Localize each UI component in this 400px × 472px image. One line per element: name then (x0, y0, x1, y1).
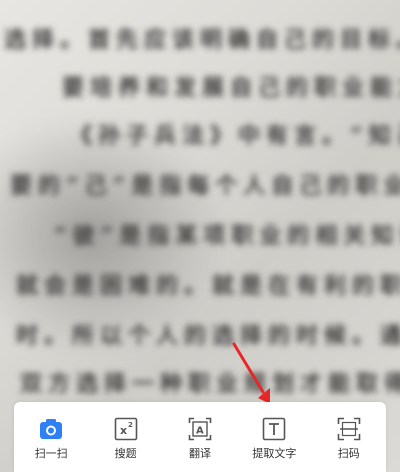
text-extract-icon (263, 417, 286, 441)
book-text-line: 就会是困难的。就是在有利的职业 (16, 273, 400, 299)
tool-translate[interactable]: A 翻译 (167, 416, 233, 461)
book-text-line: 时。所以个人的选择的时候。通过 (16, 323, 400, 349)
tool-search-question[interactable]: x 2 搜题 (93, 416, 159, 461)
tool-extract-text-label: 提取文字 (252, 447, 297, 460)
scan-mode-toolbar: 扫一扫 x 2 搜题 A 翻译 提取文字 扫码 (14, 402, 386, 472)
book-text-line: 《孙子兵法》中有言。“知己知 (70, 123, 400, 149)
tool-extract-text[interactable]: 提取文字 (241, 416, 307, 461)
tool-scan-code-label: 扫码 (337, 447, 360, 460)
tool-scan-code[interactable]: 扫码 (316, 416, 382, 461)
formula-icon: x 2 (114, 417, 137, 441)
camera-icon (40, 419, 63, 439)
book-text-line: 要培养和发展自己的职业能力 (62, 75, 400, 101)
svg-text:2: 2 (128, 421, 133, 429)
tool-translate-label: 翻译 (188, 447, 211, 460)
tool-search-question-label: 搜题 (114, 447, 137, 460)
translate-icon: A (188, 417, 212, 441)
tool-scan-label: 扫一扫 (34, 447, 68, 460)
book-text-line: 双方选择一种职业规划才能取得 (20, 371, 400, 397)
tool-scan[interactable]: 扫一扫 (18, 416, 84, 461)
annotation-arrow-icon (232, 342, 270, 404)
qr-scan-icon (337, 417, 361, 441)
book-text-line: 要的“己”是指每个人自己的职业方 (10, 173, 400, 199)
book-text-line: “彼”是指某项职业的相关知识与 (54, 223, 400, 249)
svg-text:x: x (120, 424, 127, 437)
svg-text:A: A (196, 426, 204, 437)
book-text-line: 选择。首先应该明确自己的目标。 (4, 27, 400, 53)
